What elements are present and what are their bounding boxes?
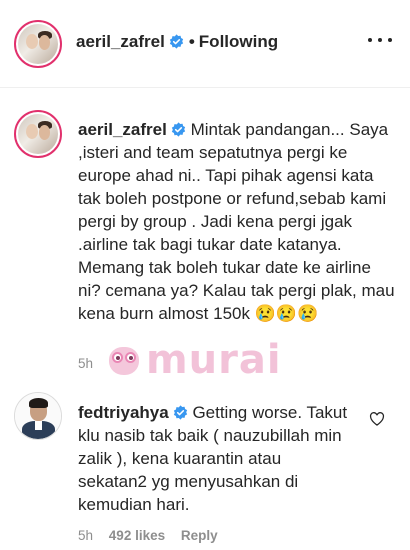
author-avatar[interactable] [14, 20, 62, 68]
comment-text: Mintak pandangan... Saya ,isteri and tea… [78, 120, 395, 323]
comment-meta: 5h 492 likes Reply [78, 528, 218, 543]
comment-body: fedtriyahya Getting worse. Takut klu nas… [78, 401, 348, 516]
comment-meta: 5h [78, 356, 93, 371]
separator-dot: • [188, 32, 195, 51]
header-username[interactable]: aeril_zafrel [76, 32, 165, 51]
comment-avatar[interactable] [14, 110, 62, 158]
murai-watermark: murai [106, 340, 282, 380]
more-options-icon[interactable] [368, 36, 392, 44]
verified-badge-icon [169, 34, 183, 49]
verified-badge-icon [171, 122, 185, 137]
comment-username[interactable]: fedtriyahya [78, 403, 169, 422]
comment-time[interactable]: 5h [78, 528, 93, 543]
owl-logo-icon [106, 342, 142, 378]
likes-count[interactable]: 492 likes [109, 528, 165, 543]
comment-avatar[interactable] [14, 392, 62, 440]
following-button[interactable]: Following [199, 32, 278, 51]
heart-icon[interactable] [369, 412, 385, 426]
comment-time[interactable]: 5h [78, 356, 93, 371]
watermark-text: murai [146, 337, 282, 383]
comment-username[interactable]: aeril_zafrel [78, 120, 167, 139]
comment-body: aeril_zafrel Mintak pandangan... Saya ,i… [78, 118, 398, 325]
reply-button[interactable]: Reply [181, 528, 218, 543]
header-user-line: aeril_zafrel • Following [76, 32, 278, 52]
post-header: aeril_zafrel • Following [0, 0, 410, 88]
verified-badge-icon [173, 405, 187, 420]
